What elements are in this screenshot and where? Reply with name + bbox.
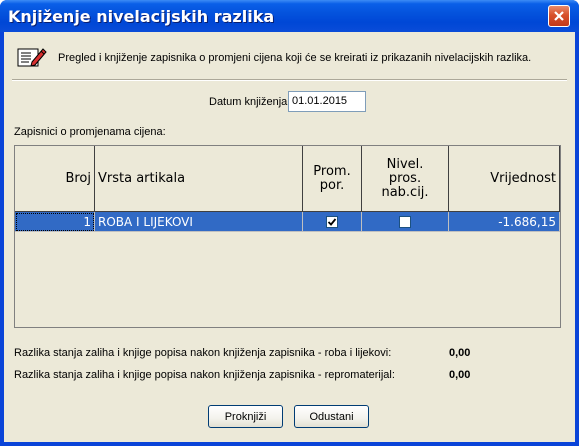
summary-value-roba: 0,00 [449, 347, 471, 359]
cell-vrsta-artikala[interactable]: ROBA I LIJEKOVI [95, 212, 303, 232]
cell-broj[interactable]: 1 [15, 212, 95, 232]
column-header-broj[interactable]: Broj [15, 146, 95, 212]
post-button[interactable]: Proknjiži [208, 405, 283, 428]
checkmark-icon [327, 217, 337, 226]
column-header-prom-por[interactable]: Prom. por. [303, 146, 362, 212]
column-header-vrsta-artikala[interactable]: Vrsta artikala [95, 146, 303, 212]
dialog-window: Knjiženje nivelacijskih razlika Pregled … [0, 0, 579, 446]
header-description: Pregled i knjiženje zapisnika o promjeni… [58, 52, 532, 64]
cell-prom-por[interactable] [303, 212, 362, 232]
dialog-body: Pregled i knjiženje zapisnika o promjeni… [4, 32, 575, 442]
cancel-button[interactable]: Odustani [294, 405, 369, 428]
cell-vrijednost[interactable]: -1.686,15 [449, 212, 560, 232]
close-button[interactable] [548, 5, 570, 27]
title-bar[interactable]: Knjiženje nivelacijskih razlika [0, 0, 579, 32]
edit-document-icon [17, 48, 47, 67]
prom-por-checkbox[interactable] [326, 215, 338, 228]
summary-label-repromaterijal: Razlika stanja zaliha i knjige popisa na… [14, 369, 395, 381]
summary-label-roba: Razlika stanja zaliha i knjige popisa na… [14, 347, 392, 359]
date-label: Datum knjiženja: [209, 96, 291, 108]
column-header-vrijednost[interactable]: Vrijednost [449, 146, 560, 212]
nivel-checkbox[interactable] [399, 215, 411, 228]
table-row[interactable]: 1 ROBA I LIJEKOVI -1.686,15 [15, 212, 560, 232]
summary-value-repromaterijal: 0,00 [449, 369, 471, 381]
header-separator [12, 79, 567, 81]
grid-caption: Zapisnici o promjenama cijena: [14, 126, 166, 138]
cell-nivel[interactable] [362, 212, 449, 232]
close-icon [554, 11, 564, 21]
column-header-nivel[interactable]: Nivel. pros. nab.cij. [362, 146, 449, 212]
window-title: Knjiženje nivelacijskih razlika [8, 7, 275, 26]
posting-date-field[interactable]: 01.01.2015 [288, 91, 366, 112]
price-change-grid[interactable]: Broj Vrsta artikala Prom. por. Nivel. pr… [14, 145, 561, 328]
